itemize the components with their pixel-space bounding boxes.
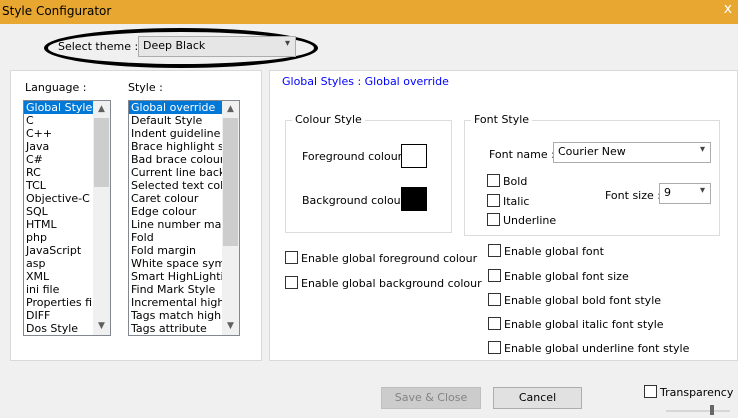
italic-label: Italic [503,195,530,208]
font-style-group: Font Style Font name : Courier New ▾ Bol… [464,113,720,236]
checkbox-box [488,317,501,330]
checkbox-box [488,244,501,257]
foreground-colour-swatch[interactable] [401,144,427,168]
enable-global-fg-label: Enable global foreground colour [301,252,478,265]
enable-global-bold-checkbox[interactable]: Enable global bold font style [488,293,661,307]
checkbox-box [488,293,501,306]
checkbox-box [488,341,501,354]
window-title: Style Configurator [2,4,112,18]
style-label: Style : [128,81,163,94]
language-list[interactable]: Global Styles C C++ Java C# RC TCL Objective-C S… [23,100,111,336]
close-icon[interactable]: x [724,1,732,17]
background-colour-swatch[interactable] [401,187,427,211]
transparency-slider-track[interactable] [666,410,730,412]
underline-label: Underline [503,214,557,227]
font-name-select[interactable]: Courier New ▾ [553,142,711,163]
enable-global-bg-checkbox[interactable]: Enable global background colour [285,276,482,290]
theme-select-value: Deep Black [143,39,206,52]
enable-global-font-checkbox[interactable]: Enable global font [488,244,604,258]
bold-checkbox[interactable]: Bold [487,174,527,188]
font-size-label: Font size : [605,189,661,202]
scroll-thumb[interactable] [223,118,238,246]
save-close-button[interactable]: Save & Close [381,387,481,409]
enable-global-font-size-checkbox[interactable]: Enable global font size [488,269,629,283]
checkbox-box [488,269,501,282]
colour-style-group: Colour Style Foreground colour Backgroun… [285,113,452,233]
panel-heading: Global Styles : Global override [282,75,449,88]
font-size-select[interactable]: 9 ▾ [659,183,711,204]
scroll-up-icon[interactable]: ▲ [222,101,239,118]
font-size-value: 9 [664,186,671,199]
enable-global-italic-checkbox[interactable]: Enable global italic font style [488,317,664,331]
scroll-thumb[interactable] [94,118,109,187]
foreground-colour-label: Foreground colour [302,150,403,163]
background-colour-label: Background colour [302,194,406,207]
style-list[interactable]: Global override Default Style Indent guide… [128,100,240,336]
theme-label: Select theme : [58,40,139,53]
transparency-label: Transparency [660,386,734,399]
title-bar: Style Configurator x [0,0,738,24]
transparency-checkbox[interactable]: Transparency [644,385,733,399]
chevron-down-icon: ▾ [699,144,705,155]
enable-global-bg-label: Enable global background colour [301,277,482,290]
cancel-button[interactable]: Cancel [493,387,582,409]
enable-global-italic-label: Enable global italic font style [504,318,664,331]
font-name-label: Font name : [489,148,555,161]
checkbox-box [644,385,657,398]
underline-checkbox[interactable]: Underline [487,213,556,227]
chevron-down-icon: ▾ [284,38,290,49]
language-label: Language : [25,81,87,94]
italic-checkbox[interactable]: Italic [487,194,529,208]
enable-global-font-size-label: Enable global font size [504,270,629,283]
font-style-legend: Font Style [471,113,533,126]
theme-select[interactable]: Deep Black ▾ [138,36,296,57]
enable-global-underline-checkbox[interactable]: Enable global underline font style [488,341,689,355]
scroll-down-icon[interactable]: ▼ [93,318,110,335]
dialog-body: Select theme : Deep Black ▾ Language : G… [0,24,738,418]
language-scrollbar[interactable]: ▲ ▼ [93,101,110,335]
style-settings-panel: Global Styles : Global override Colour S… [269,70,738,361]
scroll-down-icon[interactable]: ▼ [222,318,239,335]
checkbox-box [285,251,298,264]
bold-label: Bold [503,175,528,188]
chevron-down-icon: ▾ [699,185,705,196]
enable-global-font-label: Enable global font [504,245,604,258]
enable-global-fg-checkbox[interactable]: Enable global foreground colour [285,251,477,265]
scroll-up-icon[interactable]: ▲ [93,101,110,118]
enable-global-bold-label: Enable global bold font style [504,294,662,307]
checkbox-box [487,194,500,207]
style-scrollbar[interactable]: ▲ ▼ [222,101,239,335]
enable-global-underline-label: Enable global underline font style [504,342,690,355]
checkbox-box [285,276,298,289]
font-name-value: Courier New [558,145,626,158]
transparency-slider-thumb[interactable] [710,405,714,415]
colour-style-legend: Colour Style [292,113,365,126]
checkbox-box [487,174,500,187]
checkbox-box [487,213,500,226]
